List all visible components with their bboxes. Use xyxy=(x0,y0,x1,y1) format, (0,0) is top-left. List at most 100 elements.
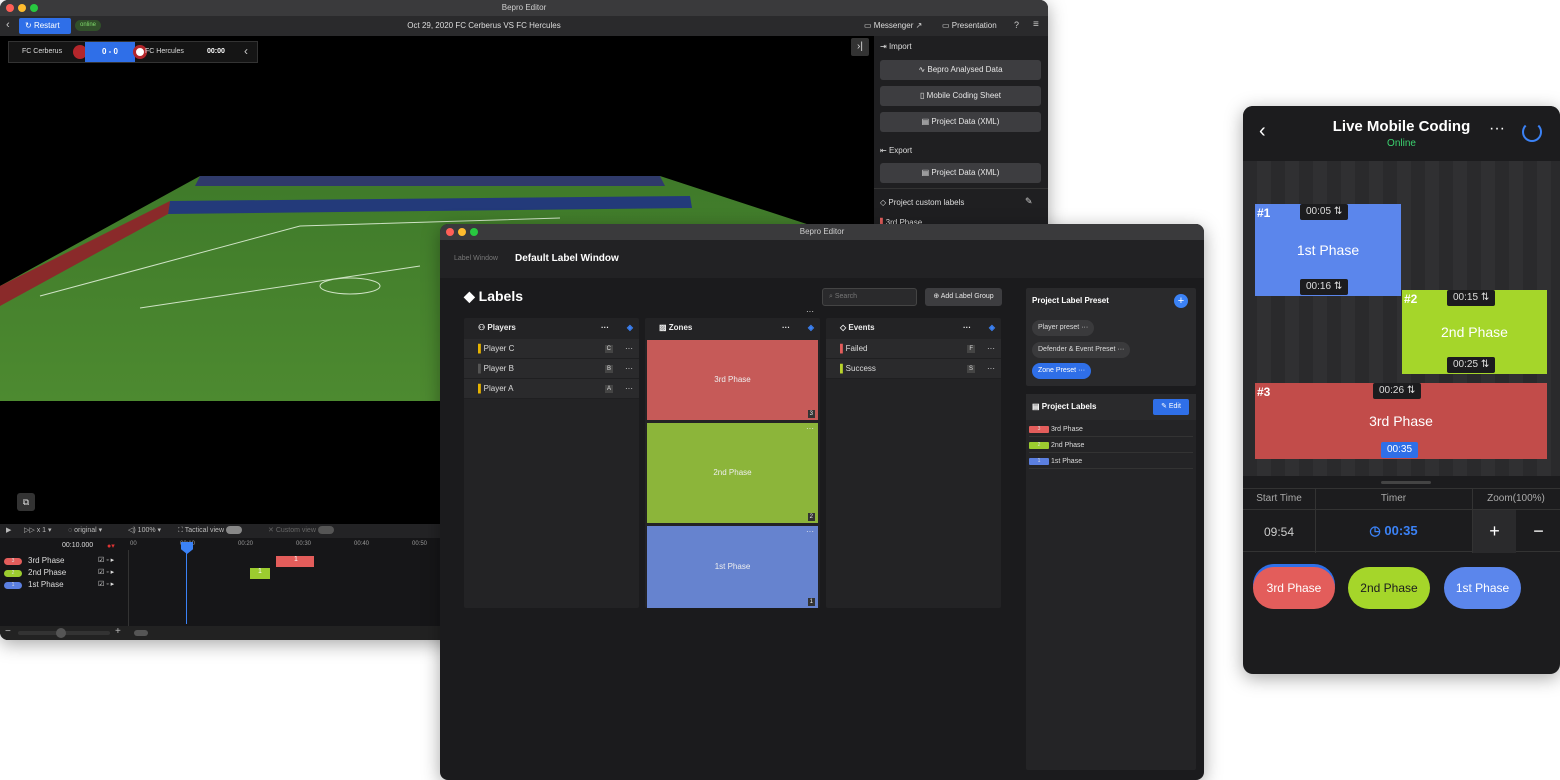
phase-end-chip[interactable]: 00:25 ⇅ xyxy=(1447,357,1496,373)
export-project-xml-button[interactable]: ▤ Project Data (XML) xyxy=(880,163,1041,183)
phone-icon: ▯ xyxy=(920,91,927,100)
messenger-button[interactable]: ▭ Messenger ↗ xyxy=(864,16,934,36)
phase-button-3rd[interactable]: 3rd Phase xyxy=(1253,567,1335,609)
zone-3rd-phase[interactable]: 3rd Phase 3 ··· xyxy=(647,308,818,420)
minimize-dot[interactable] xyxy=(18,4,26,12)
restart-button[interactable]: ↻ Restart xyxy=(19,18,71,34)
edit-icon[interactable]: ✎ xyxy=(1025,196,1033,207)
close-dot[interactable] xyxy=(6,4,14,12)
phase-start-chip[interactable]: 00:26 ⇅ xyxy=(1373,383,1422,399)
collapse-panel-icon[interactable]: ›| xyxy=(851,38,869,56)
more-icon[interactable]: ··· xyxy=(806,528,814,536)
tactical-view-toggle[interactable]: ⛶ Tactical view xyxy=(178,526,242,535)
search-input[interactable]: ⌕ Search xyxy=(822,288,917,306)
more-icon[interactable]: ··· xyxy=(987,339,995,359)
presentation-button[interactable]: ▭ Presentation xyxy=(942,16,1012,36)
playhead-handle[interactable] xyxy=(181,542,193,554)
track-2nd-phase[interactable]: 2 2nd Phase ☑ ◦ ▸ xyxy=(0,568,128,580)
more-icon[interactable]: ··· xyxy=(1117,346,1124,353)
more-icon[interactable]: ··· xyxy=(601,318,609,338)
phase-number: #3 xyxy=(1257,385,1271,399)
more-icon[interactable]: ··· xyxy=(1081,324,1088,331)
power-icon[interactable] xyxy=(1522,122,1542,142)
minimize-dot[interactable] xyxy=(458,228,466,236)
preset-pill[interactable]: Player preset ··· xyxy=(1032,320,1095,336)
label-row[interactable]: ▌Failed F ··· xyxy=(826,339,1001,359)
visibility-icon[interactable]: ☑ ◦ ▸ xyxy=(98,556,114,564)
more-icon[interactable]: ··· xyxy=(806,425,814,433)
menu-icon[interactable]: ≡ xyxy=(1033,19,1039,30)
timer-label: Timer xyxy=(1380,493,1407,504)
tag-settings-icon[interactable]: ◈ xyxy=(989,318,995,338)
phase-button-2nd[interactable]: 2nd Phase xyxy=(1348,567,1430,609)
zoom-out-button[interactable]: − xyxy=(1517,510,1560,553)
speed-select[interactable]: ▷▷ x 1 ▾ xyxy=(24,526,52,534)
project-label-row[interactable]: 2 2nd Phase xyxy=(1029,439,1193,453)
more-icon[interactable]: ··· xyxy=(987,359,995,379)
zone-2nd-phase[interactable]: 2nd Phase 2 ··· xyxy=(647,423,818,523)
label-window-titlebar: Bepro Editor xyxy=(440,224,1204,240)
zoom-in-button[interactable]: + xyxy=(1473,510,1516,553)
more-icon[interactable]: ··· xyxy=(782,318,790,338)
screenshot-icon[interactable]: ⧉ xyxy=(17,493,35,511)
play-icon[interactable]: ▶ xyxy=(6,526,11,534)
add-label-group-button[interactable]: ⊕ Add Label Group xyxy=(925,288,1002,306)
label-row[interactable]: ▌Success S ··· xyxy=(826,359,1001,379)
back-icon[interactable]: ‹ xyxy=(6,19,10,31)
more-icon[interactable]: ··· xyxy=(1078,367,1085,374)
record-icon[interactable]: ●▾ xyxy=(107,542,115,550)
phase-start-chip[interactable]: 00:05 ⇅ xyxy=(1300,204,1349,220)
zoom-slider-thumb[interactable] xyxy=(56,628,66,638)
phase-timeline[interactable]: 1st Phase #1 00:05 ⇅ 00:16 ⇅ 2nd Phase #… xyxy=(1243,161,1560,476)
breadcrumb[interactable]: Label Window xyxy=(454,255,498,262)
zoom-out-icon[interactable]: − xyxy=(5,626,11,637)
help-icon[interactable]: ? xyxy=(1014,20,1019,30)
custom-view-toggle[interactable]: ✕ Custom view xyxy=(268,526,334,535)
divider xyxy=(874,188,1048,189)
tag-settings-icon[interactable]: ◈ xyxy=(627,318,633,338)
more-icon[interactable]: ··· xyxy=(625,339,633,359)
quality-select[interactable]: ◌ original ▾ xyxy=(68,526,102,534)
track-1st-phase[interactable]: 1 1st Phase ☑ ◦ ▸ xyxy=(0,580,128,592)
label-row[interactable]: ▌Player C C ··· xyxy=(464,339,639,359)
import-project-xml-button[interactable]: ▤ Project Data (XML) xyxy=(880,112,1041,132)
more-icon[interactable]: ··· xyxy=(1489,120,1505,138)
more-icon[interactable]: ··· xyxy=(963,318,971,338)
zoom-dot[interactable] xyxy=(470,228,478,236)
clip-3rd-phase[interactable]: 1 xyxy=(276,556,314,567)
labels-heading: ◆ Labels xyxy=(464,288,524,304)
zoom-in-icon[interactable]: + xyxy=(115,626,121,637)
add-preset-icon[interactable]: + xyxy=(1174,294,1188,308)
clip-2nd-phase[interactable]: 1 xyxy=(250,568,270,579)
timeline[interactable]: 00:10.000 ●▾ 00 00:10 00:20 00:30 00:40 … xyxy=(0,538,440,640)
edit-button[interactable]: ✎ Edit xyxy=(1153,399,1189,415)
drag-handle[interactable] xyxy=(1381,481,1431,484)
visibility-icon[interactable]: ☑ ◦ ▸ xyxy=(98,580,114,588)
preset-pill[interactable]: Defender & Event Preset ··· xyxy=(1032,342,1131,358)
project-label-row[interactable]: 1 1st Phase xyxy=(1029,455,1193,469)
import-bepro-analysed-button[interactable]: ∿ Bepro Analysed Data xyxy=(880,60,1041,80)
phase-end-chip[interactable]: 00:16 ⇅ xyxy=(1300,279,1349,295)
phase-button-1st[interactable]: 1st Phase xyxy=(1444,567,1521,609)
import-mobile-coding-button[interactable]: ▯ Mobile Coding Sheet xyxy=(880,86,1041,106)
tag-settings-icon[interactable]: ◈ xyxy=(808,318,814,338)
label-row[interactable]: ▌Player A A ··· xyxy=(464,379,639,399)
project-label-row[interactable]: 3 3rd Phase xyxy=(1029,423,1193,437)
close-dot[interactable] xyxy=(446,228,454,236)
zone-1st-phase[interactable]: 1st Phase 1 ··· xyxy=(647,526,818,608)
more-icon[interactable]: ··· xyxy=(625,359,633,379)
phase-start-chip[interactable]: 00:15 ⇅ xyxy=(1447,290,1496,306)
volume-control[interactable]: ◁) 100% ▾ xyxy=(128,526,161,534)
preset-pill-active[interactable]: Zone Preset ··· xyxy=(1032,363,1092,379)
phase-live-chip[interactable]: 00:35 xyxy=(1381,442,1419,458)
clipboard-icon: ▤ xyxy=(1032,402,1042,411)
zoom-dot[interactable] xyxy=(30,4,38,12)
more-icon[interactable]: ··· xyxy=(806,308,814,316)
label-row[interactable]: ▌Player B B ··· xyxy=(464,359,639,379)
visibility-icon[interactable]: ☑ ◦ ▸ xyxy=(98,568,114,576)
events-group: ◇ Events ··· ◈ ▌Failed F ··· ▌Success S ··· xyxy=(826,318,1001,608)
track-3rd-phase[interactable]: 3 3rd Phase ☑ ◦ ▸ xyxy=(0,556,128,568)
more-icon[interactable]: ··· xyxy=(625,379,633,399)
collapse-scoreboard-icon[interactable]: ‹ xyxy=(244,44,248,58)
horizontal-scrollbar[interactable] xyxy=(134,630,148,636)
